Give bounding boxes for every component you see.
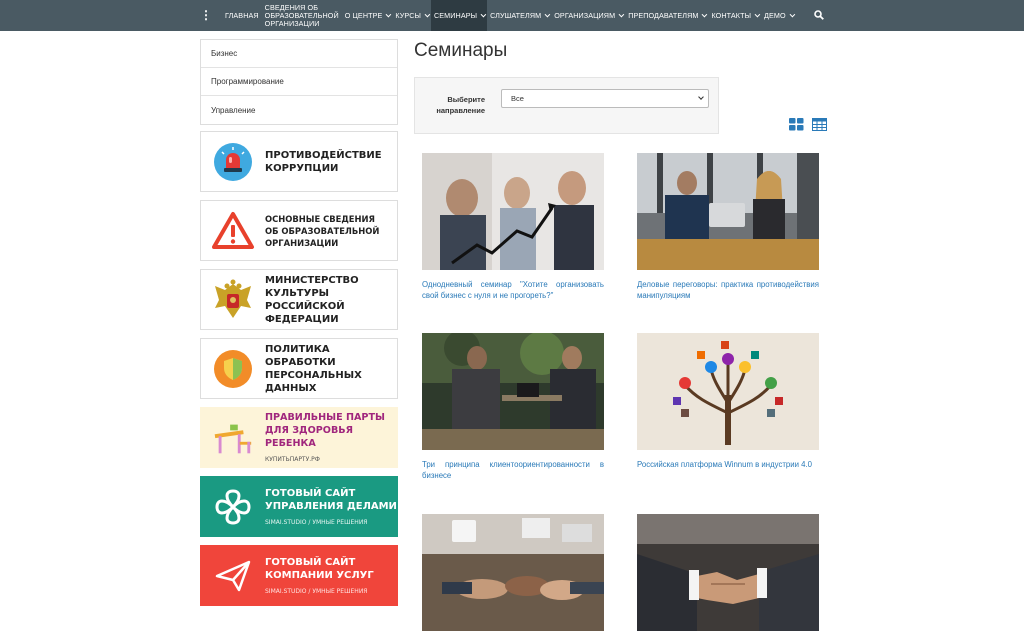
nav-item-about-org[interactable]: СВЕДЕНИЯ ОБ ОБРАЗОВАТЕЛЬНОЙ ОРГАНИЗАЦИИ xyxy=(262,0,342,31)
page-title: Семинары xyxy=(414,40,508,61)
seminar-title-link[interactable]: Три принципа клиентоориентированности в … xyxy=(422,459,604,481)
chevron-down-icon xyxy=(385,11,392,17)
direction-select[interactable]: Все xyxy=(501,89,709,108)
banner-title: МИНИСТЕРСТВО КУЛЬТУРЫ РОССИЙСКОЙ ФЕДЕРАЦ… xyxy=(265,274,359,325)
filter-label: Выберите направление xyxy=(436,95,485,115)
nav-menu: ГЛАВНАЯ СВЕДЕНИЯ ОБ ОБРАЗОВАТЕЛЬНОЙ ОРГА… xyxy=(222,0,796,31)
nav-item-teachers[interactable]: ПРЕПОДАВАТЕЛЯМ xyxy=(625,0,708,31)
nav-item-organizations[interactable]: ОРГАНИЗАЦИЯМ xyxy=(551,0,625,31)
seminar-card[interactable]: Однодневный семинар "Хотите организовать… xyxy=(422,153,604,301)
seminar-title-link[interactable]: Однодневный семинар "Хотите организовать… xyxy=(422,279,604,301)
coat-of-arms-icon xyxy=(211,278,255,322)
nav-item-about-center[interactable]: О ЦЕНТРЕ xyxy=(342,0,393,31)
seminar-image[interactable] xyxy=(422,514,604,631)
banner-title: ПОЛИТИКА ОБРАБОТКИ ПЕРСОНАЛЬНЫХ ДАННЫХ xyxy=(265,343,362,394)
chevron-down-icon xyxy=(544,11,551,17)
seminar-card[interactable] xyxy=(422,514,604,640)
sidebar-item-management[interactable]: Управление xyxy=(201,96,397,124)
chevron-down-icon xyxy=(480,11,487,17)
select-value: Все xyxy=(511,94,524,103)
nav-item-seminars[interactable]: СЕМИНАРЫ xyxy=(431,0,488,31)
chevron-down-icon xyxy=(698,94,704,100)
banner-title: ГОТОВЫЙ САЙТ УПРАВЛЕНИЯ ДЕЛАМИ SIMAI.STU… xyxy=(265,487,397,526)
seminar-card[interactable]: Российская платформа Winnum в индустрии … xyxy=(637,333,819,470)
banner-school-desks[interactable]: ПРАВИЛЬНЫЕ ПАРТЫ ДЛЯ ЗДОРОВЬЯ РЕБЕНКА КУ… xyxy=(200,407,398,468)
sidebar-item-label: Управление xyxy=(211,105,256,115)
seminar-card[interactable]: Три принципа клиентоориентированности в … xyxy=(422,333,604,481)
sidebar-category-menu: Бизнес Программирование Управление xyxy=(200,39,398,125)
sidebar-item-label: Программирование xyxy=(211,77,284,86)
banner-services-site[interactable]: ГОТОВЫЙ САЙТ КОМПАНИИ УСЛУГ SIMAI.STUDIO… xyxy=(200,545,398,606)
chevron-down-icon xyxy=(789,11,795,17)
chevron-down-icon xyxy=(702,11,708,17)
top-navbar: ⋮ ГЛАВНАЯ СВЕДЕНИЯ ОБ ОБРАЗОВАТЕЛЬНОЙ ОР… xyxy=(0,0,1024,31)
seminar-title-link[interactable]: Деловые переговоры: практика противодейс… xyxy=(637,279,819,301)
filter-panel: Выберите направление Все xyxy=(414,77,719,134)
nav-item-students[interactable]: СЛУШАТЕЛЯМ xyxy=(487,0,551,31)
nav-item-demo[interactable]: ДЕМО xyxy=(761,0,796,31)
nav-item-home[interactable]: ГЛАВНАЯ xyxy=(222,0,262,31)
seminar-image[interactable] xyxy=(637,333,819,450)
chevron-down-icon xyxy=(618,11,625,17)
warning-icon xyxy=(211,209,255,253)
banner-org-info[interactable]: ОСНОВНЫЕ СВЕДЕНИЯ ОБ ОБРАЗОВАТЕЛЬНОЙ ОРГ… xyxy=(200,200,398,261)
school-desk-icon xyxy=(211,416,255,460)
search-icon[interactable] xyxy=(814,10,824,20)
banner-anti-corruption[interactable]: ПРОТИВОДЕЙСТВИЕ КОРРУПЦИИ xyxy=(200,131,398,192)
paper-plane-icon xyxy=(211,554,255,598)
tile-view-icon[interactable] xyxy=(789,118,804,131)
flower-logo-icon xyxy=(211,485,255,529)
more-menu-icon[interactable]: ⋮ xyxy=(200,8,212,22)
chevron-down-icon xyxy=(424,11,431,17)
banner-ministry-culture[interactable]: МИНИСТЕРСТВО КУЛЬТУРЫ РОССИЙСКОЙ ФЕДЕРАЦ… xyxy=(200,269,398,330)
nav-item-contacts[interactable]: КОНТАКТЫ xyxy=(708,0,761,31)
seminar-image[interactable] xyxy=(637,514,819,631)
banner-title: ГОТОВЫЙ САЙТ КОМПАНИИ УСЛУГ SIMAI.STUDIO… xyxy=(265,556,374,595)
sidebar-item-programming[interactable]: Программирование xyxy=(201,68,397,96)
seminar-image[interactable] xyxy=(422,333,604,450)
seminar-image[interactable] xyxy=(637,153,819,270)
seminar-image[interactable] xyxy=(422,153,604,270)
shield-icon xyxy=(211,347,255,391)
table-view-icon[interactable] xyxy=(812,118,827,131)
sidebar-item-business[interactable]: Бизнес xyxy=(201,40,397,68)
nav-item-courses[interactable]: КУРСЫ xyxy=(392,0,431,31)
chevron-down-icon xyxy=(754,11,761,17)
seminar-card[interactable] xyxy=(637,514,819,640)
sidebar-item-label: Бизнес xyxy=(211,49,238,58)
banner-business-site[interactable]: ГОТОВЫЙ САЙТ УПРАВЛЕНИЯ ДЕЛАМИ SIMAI.STU… xyxy=(200,476,398,537)
seminar-title-link[interactable]: Российская платформа Winnum в индустрии … xyxy=(637,459,819,470)
banner-title: ПРОТИВОДЕЙСТВИЕ КОРРУПЦИИ xyxy=(265,149,382,174)
banner-title: ОСНОВНЫЕ СВЕДЕНИЯ ОБ ОБРАЗОВАТЕЛЬНОЙ ОРГ… xyxy=(265,213,380,248)
siren-icon xyxy=(211,140,255,184)
banner-personal-data-policy[interactable]: ПОЛИТИКА ОБРАБОТКИ ПЕРСОНАЛЬНЫХ ДАННЫХ xyxy=(200,338,398,399)
banner-title: ПРАВИЛЬНЫЕ ПАРТЫ ДЛЯ ЗДОРОВЬЯ РЕБЕНКА КУ… xyxy=(265,412,385,463)
seminar-card[interactable]: Деловые переговоры: практика противодейс… xyxy=(637,153,819,301)
